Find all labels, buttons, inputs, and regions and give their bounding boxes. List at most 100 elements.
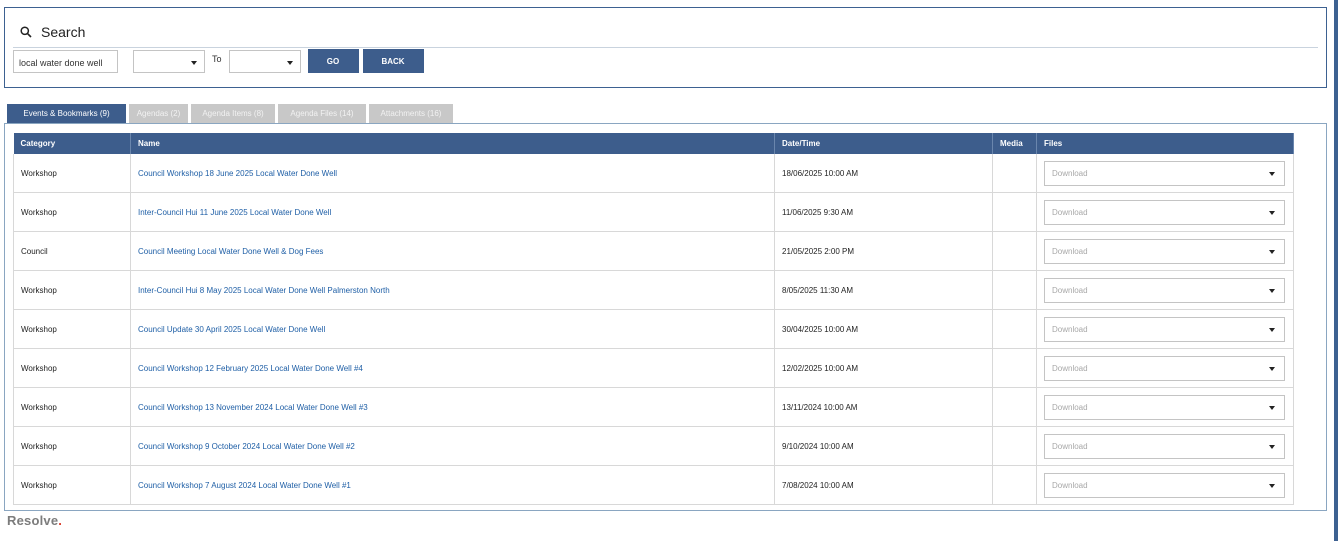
- cell-media: [992, 231, 1037, 271]
- results-panel: Category Name Date/Time Media Files Work…: [4, 123, 1327, 511]
- cell-files: Download: [1036, 348, 1294, 388]
- event-link[interactable]: Council Update 30 April 2025 Local Water…: [138, 325, 325, 334]
- cell-category: Workshop: [13, 192, 131, 232]
- tab-events-bookmarks[interactable]: Events & Bookmarks (9): [7, 104, 126, 123]
- table-row: Workshop Council Update 30 April 2025 Lo…: [13, 309, 1294, 349]
- download-placeholder: Download: [1052, 441, 1088, 451]
- tab-attachments[interactable]: Attachments (16): [369, 104, 453, 123]
- cell-media: [992, 154, 1037, 193]
- download-placeholder: Download: [1052, 480, 1088, 490]
- cell-name: Inter-Council Hui 11 June 2025 Local Wat…: [130, 192, 775, 232]
- column-header-datetime[interactable]: Date/Time: [774, 133, 993, 154]
- event-link[interactable]: Council Meeting Local Water Done Well & …: [138, 247, 323, 256]
- table-row: Workshop Inter-Council Hui 11 June 2025 …: [13, 192, 1294, 232]
- tab-agendas[interactable]: Agendas (2): [129, 104, 188, 123]
- table-row: Workshop Council Workshop 13 November 20…: [13, 387, 1294, 427]
- cell-datetime: 18/06/2025 10:00 AM: [774, 154, 993, 193]
- download-placeholder: Download: [1052, 207, 1088, 217]
- chevron-down-icon: [1269, 288, 1275, 293]
- results-table: Category Name Date/Time Media Files Work…: [13, 133, 1294, 505]
- from-date-select[interactable]: [133, 49, 205, 73]
- chevron-down-icon: [1269, 171, 1275, 176]
- resolve-logo: Resolve.: [7, 513, 62, 528]
- event-link[interactable]: Council Workshop 7 August 2024 Local Wat…: [138, 481, 351, 490]
- to-date-select[interactable]: [228, 49, 301, 73]
- column-header-media[interactable]: Media: [992, 133, 1037, 154]
- cell-datetime: 8/05/2025 11:30 AM: [774, 270, 993, 310]
- download-select[interactable]: Download: [1044, 160, 1285, 186]
- column-header-name[interactable]: Name: [130, 133, 775, 154]
- cell-category: Workshop: [13, 309, 131, 349]
- cell-category: Workshop: [13, 348, 131, 388]
- cell-files: Download: [1036, 465, 1294, 505]
- download-select[interactable]: Download: [1044, 433, 1285, 459]
- download-placeholder: Download: [1052, 285, 1088, 295]
- download-select[interactable]: Download: [1044, 472, 1285, 498]
- cell-category: Workshop: [13, 426, 131, 466]
- cell-name: Council Meeting Local Water Done Well & …: [130, 231, 775, 271]
- cell-datetime: 21/05/2025 2:00 PM: [774, 231, 993, 271]
- keyword-input[interactable]: [13, 49, 118, 73]
- download-placeholder: Download: [1052, 402, 1088, 412]
- event-link[interactable]: Council Workshop 12 February 2025 Local …: [138, 364, 363, 373]
- chevron-down-icon: [1269, 483, 1275, 488]
- chevron-down-icon: [191, 60, 197, 65]
- download-select[interactable]: Download: [1044, 316, 1285, 342]
- cell-name: Council Workshop 18 June 2025 Local Wate…: [130, 154, 775, 193]
- tab-agenda-items[interactable]: Agenda Items (8): [191, 104, 275, 123]
- chevron-down-icon: [1269, 249, 1275, 254]
- chevron-down-icon: [1269, 327, 1275, 332]
- cell-files: Download: [1036, 387, 1294, 427]
- download-select[interactable]: Download: [1044, 199, 1285, 225]
- cell-name: Inter-Council Hui 8 May 2025 Local Water…: [130, 270, 775, 310]
- cell-files: Download: [1036, 154, 1294, 193]
- download-select[interactable]: Download: [1044, 238, 1285, 264]
- download-select[interactable]: Download: [1044, 355, 1285, 381]
- cell-media: [992, 387, 1037, 427]
- back-button[interactable]: BACK: [362, 49, 424, 73]
- logo-dot: .: [58, 513, 63, 528]
- to-label: To: [212, 54, 222, 64]
- cell-media: [992, 348, 1037, 388]
- event-link[interactable]: Inter-Council Hui 8 May 2025 Local Water…: [138, 286, 390, 295]
- cell-media: [992, 426, 1037, 466]
- event-link[interactable]: Council Workshop 13 November 2024 Local …: [138, 403, 368, 412]
- cell-name: Council Update 30 April 2025 Local Water…: [130, 309, 775, 349]
- download-placeholder: Download: [1052, 363, 1088, 373]
- table-row: Workshop Inter-Council Hui 8 May 2025 Lo…: [13, 270, 1294, 310]
- logo-text: Resolve: [7, 513, 59, 528]
- download-select[interactable]: Download: [1044, 394, 1285, 420]
- cell-name: Council Workshop 7 August 2024 Local Wat…: [130, 465, 775, 505]
- download-select[interactable]: Download: [1044, 277, 1285, 303]
- chevron-down-icon: [1269, 366, 1275, 371]
- download-placeholder: Download: [1052, 324, 1088, 334]
- table-row: Workshop Council Workshop 18 June 2025 L…: [13, 154, 1294, 193]
- event-link[interactable]: Inter-Council Hui 11 June 2025 Local Wat…: [138, 208, 331, 217]
- cell-datetime: 7/08/2024 10:00 AM: [774, 465, 993, 505]
- cell-media: [992, 270, 1037, 310]
- cell-name: Council Workshop 9 October 2024 Local Wa…: [130, 426, 775, 466]
- cell-files: Download: [1036, 231, 1294, 271]
- chevron-down-icon: [1269, 444, 1275, 449]
- cell-files: Download: [1036, 192, 1294, 232]
- cell-name: Council Workshop 12 February 2025 Local …: [130, 348, 775, 388]
- event-link[interactable]: Council Workshop 18 June 2025 Local Wate…: [138, 169, 337, 178]
- column-header-files[interactable]: Files: [1036, 133, 1294, 154]
- cell-category: Council: [13, 231, 131, 271]
- search-header: Search: [13, 16, 1318, 48]
- go-button[interactable]: GO: [307, 49, 359, 73]
- search-row: To GO BACK: [13, 49, 424, 73]
- cell-datetime: 9/10/2024 10:00 AM: [774, 426, 993, 466]
- chevron-down-icon: [1269, 210, 1275, 215]
- tab-agenda-files[interactable]: Agenda Files (14): [278, 104, 366, 123]
- column-header-category[interactable]: Category: [13, 133, 131, 154]
- search-panel: Search To GO BACK: [4, 7, 1327, 88]
- cell-datetime: 11/06/2025 9:30 AM: [774, 192, 993, 232]
- cell-files: Download: [1036, 309, 1294, 349]
- download-placeholder: Download: [1052, 168, 1088, 178]
- results-tabs: Events & Bookmarks (9) Agendas (2) Agend…: [7, 104, 456, 123]
- cell-category: Workshop: [13, 270, 131, 310]
- table-row: Council Council Meeting Local Water Done…: [13, 231, 1294, 271]
- search-title: Search: [41, 23, 86, 40]
- event-link[interactable]: Council Workshop 9 October 2024 Local Wa…: [138, 442, 355, 451]
